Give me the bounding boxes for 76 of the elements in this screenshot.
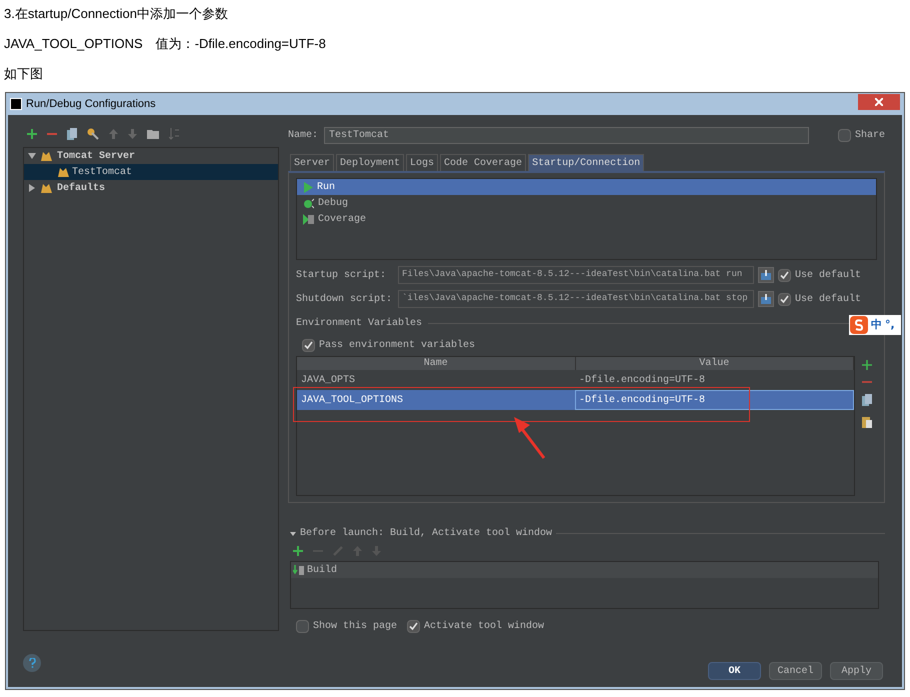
tab[interactable]: Logs: [406, 154, 438, 171]
folder-icon[interactable]: [147, 129, 159, 139]
tab[interactable]: Code Coverage: [440, 154, 526, 171]
tree-item[interactable]: Tomcat Server: [24, 148, 278, 164]
option-label: Show this page: [313, 620, 398, 634]
tree-item[interactable]: TestTomcat: [24, 164, 278, 180]
script-field[interactable]: `iles\Java\apache-tomcat-8.5.12---ideaTest\bin\catalina.bat stop: [398, 290, 754, 308]
script-label: Shutdown script:: [296, 292, 394, 306]
name-field[interactable]: TestTomcat: [324, 126, 810, 144]
checkbox[interactable]: [296, 620, 309, 633]
article-paragraph: JAVA_TOOL_OPTIONS 值为：-Dfile.encoding=UTF-8: [4, 36, 327, 52]
column-header: Value: [576, 357, 854, 370]
checkbox[interactable]: [778, 292, 791, 306]
paste-icon[interactable]: [862, 416, 872, 428]
article-paragraph: 3.在startup/Connection中添加一个参数: [4, 6, 229, 22]
coverage-icon: [303, 214, 314, 224]
section-title: Before launch: Build, Activate tool window: [300, 526, 552, 541]
plus-icon[interactable]: [293, 546, 303, 556]
import-icon: [761, 294, 771, 304]
table-row[interactable]: JAVA_TOOL_OPTIONS -Dfile.encoding=UTF-8: [297, 390, 854, 410]
copy-icon[interactable]: [67, 128, 77, 140]
checkmark-icon: [780, 270, 789, 280]
name-label: Name:: [288, 128, 318, 142]
build-icon: [293, 564, 305, 576]
mode-item[interactable]: Run: [297, 179, 876, 195]
checkmark-icon: [304, 341, 313, 350]
bug-icon: [303, 198, 314, 208]
use-default-label: Use default: [795, 292, 862, 306]
browse-button[interactable]: [758, 267, 774, 283]
dialog-button[interactable]: OK: [708, 662, 761, 680]
share-label: Share: [854, 128, 885, 142]
table-cell-text: JAVA_OPTS: [300, 374, 356, 388]
checkbox[interactable]: [407, 620, 420, 633]
close-icon: [875, 98, 883, 106]
import-icon: [761, 270, 771, 280]
window-title: Run/Debug Configurations: [26, 96, 156, 112]
ime-mode: 中: [871, 316, 882, 333]
mode-item[interactable]: Coverage: [297, 211, 876, 227]
browse-button[interactable]: [758, 291, 774, 307]
dialog-button[interactable]: Cancel: [769, 662, 822, 680]
dialog-button[interactable]: Apply: [830, 662, 883, 680]
task-item[interactable]: Build: [291, 562, 878, 578]
caret-right-icon[interactable]: [28, 184, 36, 192]
tab[interactable]: Startup/Connection: [528, 154, 644, 171]
caret-down-icon[interactable]: [290, 530, 296, 536]
play-icon: [303, 182, 313, 192]
tab[interactable]: Deployment: [336, 154, 404, 171]
caret-down-icon[interactable]: [28, 152, 36, 160]
table-cell: -Dfile.encoding=UTF-8: [575, 390, 854, 410]
question-icon: [28, 658, 36, 668]
help-button[interactable]: [23, 654, 41, 672]
mode-item[interactable]: Debug: [297, 195, 876, 211]
checkmark-icon: [780, 294, 789, 304]
column-header: Name: [297, 357, 576, 370]
table-cell-text: JAVA_TOOL_OPTIONS: [300, 394, 404, 408]
checkbox[interactable]: [778, 268, 791, 282]
plus-icon[interactable]: [27, 129, 37, 139]
checkbox[interactable]: [302, 339, 315, 352]
plus-icon[interactable]: [862, 360, 872, 370]
article-paragraph: 如下图: [4, 66, 44, 82]
ime-punctuation: °,: [885, 316, 895, 333]
pass-env-label: Pass environment variables: [319, 338, 476, 353]
close-button[interactable]: [858, 94, 900, 110]
app-logo-icon: [10, 98, 22, 110]
option-label: Activate tool window: [424, 620, 544, 634]
section-title: Environment Variables: [296, 316, 422, 331]
table-cell-text: -Dfile.encoding=UTF-8: [578, 374, 706, 388]
copy-icon[interactable]: [862, 394, 872, 406]
checkmark-icon: [409, 622, 418, 631]
tab[interactable]: Server: [290, 154, 334, 171]
script-field[interactable]: Files\Java\apache-tomcat-8.5.12---ideaTest\bin\catalina.bat run: [398, 266, 754, 284]
table-row[interactable]: JAVA_OPTS -Dfile.encoding=UTF-8: [297, 370, 854, 390]
tree-item[interactable]: Defaults: [24, 180, 278, 196]
script-label: Startup script:: [296, 268, 388, 282]
use-default-label: Use default: [795, 268, 862, 282]
checkbox[interactable]: [838, 128, 851, 142]
